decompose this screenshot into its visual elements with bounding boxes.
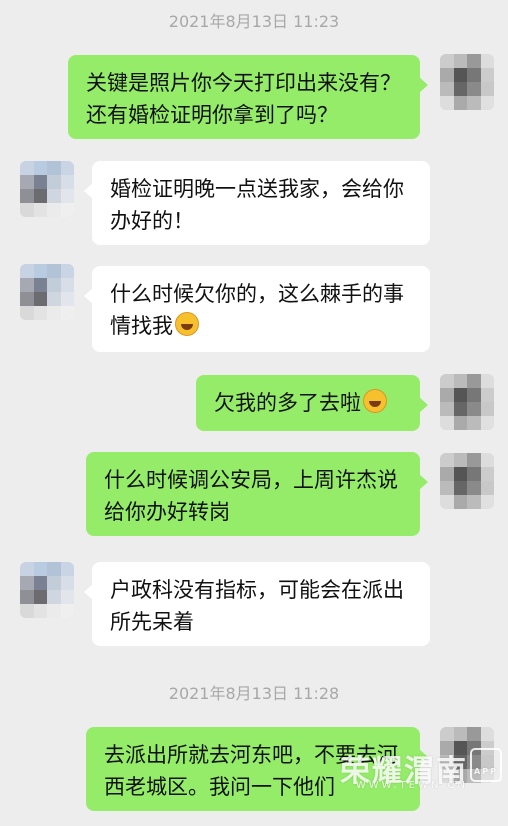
timestamp: 2021年8月13日 11:28 [168,684,340,703]
avatar-contact[interactable] [20,562,74,618]
message-bubble-sent[interactable]: 什么时候调公安局，上周许杰说给你办好转岗 [86,452,428,536]
watermark-url: WWW.TEWN.CN [355,780,468,791]
message-text: 户政科没有指标，可能会在派出所先呆着 [110,578,404,634]
watermark-logo: 荣耀渭南 WWW.TEWN.CN APP [340,746,502,791]
message-bubble-sent[interactable]: 关键是照片你今天打印出来没有？还有婚检证明你拿到了吗？ [68,55,428,139]
message-bubble-received[interactable]: 什么时候欠你的，这么棘手的事情找我 [84,266,430,352]
timestamp: 2021年8月13日 11:23 [168,12,340,31]
grinning-sweat-emoji [175,312,199,336]
message-text: 欠我的多了去啦 [214,391,361,415]
message-text: 婚检证明晚一点送我家，会给你办好的！ [110,177,404,233]
avatar-self[interactable] [440,54,494,110]
avatar-self[interactable] [440,374,494,430]
watermark-app-badge: APP [470,748,502,782]
grinning-emoji [363,389,387,413]
message-bubble-sent[interactable]: 欠我的多了去啦 [196,375,428,431]
avatar-self[interactable] [440,453,494,509]
avatar-contact[interactable] [20,264,74,320]
message-bubble-received[interactable]: 户政科没有指标，可能会在派出所先呆着 [84,562,430,646]
message-text: 什么时候调公安局，上周许杰说给你办好转岗 [104,468,398,524]
message-bubble-received[interactable]: 婚检证明晚一点送我家，会给你办好的！ [84,161,430,245]
avatar-contact[interactable] [20,161,74,217]
message-text: 关键是照片你今天打印出来没有？还有婚检证明你拿到了吗？ [86,71,401,127]
message-text: 什么时候欠你的，这么棘手的事情找我 [110,282,404,338]
